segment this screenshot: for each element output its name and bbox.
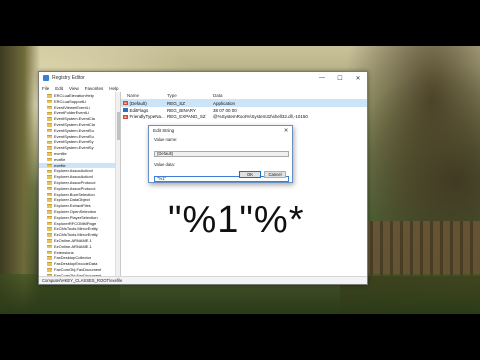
caption-overlay: "%1"%* (168, 199, 305, 241)
folder-icon (47, 244, 52, 249)
folder-icon (47, 152, 52, 156)
value-data-label: Value data: (154, 162, 175, 167)
string-value-icon: ab (123, 101, 128, 106)
scrollbar-thumb[interactable] (117, 112, 120, 140)
folder-icon (47, 140, 52, 145)
menu-bar: File Edit View Favorites Help (39, 84, 367, 92)
value-name-field (154, 150, 289, 157)
status-bar: Computer\HKEY_CLASSES_ROOT\exefile (39, 276, 367, 284)
ok-button[interactable]: OK (239, 171, 261, 178)
close-button[interactable]: ✕ (349, 72, 367, 84)
folder-icon (47, 169, 52, 173)
values-header: Name Type Data (121, 92, 367, 100)
folder-icon (47, 99, 52, 104)
registry-editor-icon (43, 75, 49, 81)
title-bar: Registry Editor — ☐ ✕ (39, 72, 367, 84)
folder-icon (47, 123, 52, 127)
folder-icon (47, 227, 52, 231)
menu-help[interactable]: Help (109, 86, 118, 91)
column-header-data[interactable]: Data (213, 93, 367, 98)
folder-icon (47, 250, 52, 255)
folder-icon (47, 163, 52, 168)
folder-icon (47, 175, 52, 179)
edit-string-dialog: Edit String ✕ Value name: Value data: OK… (148, 125, 293, 183)
folder-icon (47, 192, 52, 197)
minimize-button[interactable]: — (313, 72, 331, 84)
folder-icon (47, 117, 52, 121)
dialog-title-bar: Edit String ✕ (149, 126, 292, 135)
dialog-title: Edit String (153, 128, 175, 133)
value-name-label: Value name: (154, 137, 178, 142)
folder-icon (47, 198, 52, 202)
binary-value-icon (123, 108, 128, 113)
string-value-icon: ab (123, 114, 128, 119)
value-row[interactable]: ab (Default) REG_SZ Application (121, 100, 367, 107)
tree-scrollbar[interactable] (115, 92, 120, 276)
folder-icon (47, 210, 52, 214)
menu-edit[interactable]: Edit (55, 86, 63, 91)
folder-icon (47, 128, 52, 133)
folder-icon (47, 157, 52, 162)
maximize-button[interactable]: ☐ (331, 72, 349, 84)
folder-icon (47, 181, 52, 185)
folder-icon (47, 239, 52, 243)
column-header-name[interactable]: Name (121, 93, 167, 98)
folder-icon (47, 146, 52, 150)
dialog-close-button[interactable]: ✕ (280, 126, 292, 135)
column-header-type[interactable]: Type (167, 93, 213, 98)
folder-icon (47, 94, 52, 98)
menu-favorites[interactable]: Favorites (85, 86, 104, 91)
folder-icon (47, 262, 52, 266)
folder-icon (47, 134, 52, 139)
key-tree[interactable]: ERCLuaElevationHelp ERCLuaSupportLi EventV… (39, 92, 121, 276)
value-row[interactable]: EditFlags REG_BINARY 38 07 00 00 (121, 107, 367, 114)
menu-view[interactable]: View (69, 86, 79, 91)
folder-icon (47, 111, 52, 116)
folder-icon (47, 221, 52, 226)
folder-icon (47, 256, 52, 260)
folder-icon (47, 186, 52, 191)
folder-icon (47, 268, 52, 272)
value-row[interactable]: ab FriendlyTypeNa... REG_EXPAND_SZ @%Syst… (121, 114, 367, 121)
cancel-button[interactable]: Cancel (264, 171, 286, 178)
folder-icon (47, 233, 52, 237)
folder-icon (47, 105, 52, 110)
menu-file[interactable]: File (42, 86, 49, 91)
window-title: Registry Editor (52, 75, 85, 81)
video-frame: Registry Editor — ☐ ✕ File Edit View Fav… (0, 0, 480, 360)
folder-icon (47, 215, 52, 220)
folder-icon (47, 204, 52, 208)
